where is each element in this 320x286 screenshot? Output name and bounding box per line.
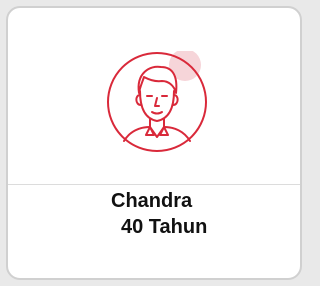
profile-card[interactable]: Chandra 40 Tahun (6, 6, 302, 280)
man-portrait-icon (106, 51, 208, 153)
card-divider (8, 184, 300, 185)
avatar-area (8, 8, 300, 184)
profile-age: 40 Tahun (121, 216, 208, 238)
profile-name: Chandra (111, 190, 193, 212)
